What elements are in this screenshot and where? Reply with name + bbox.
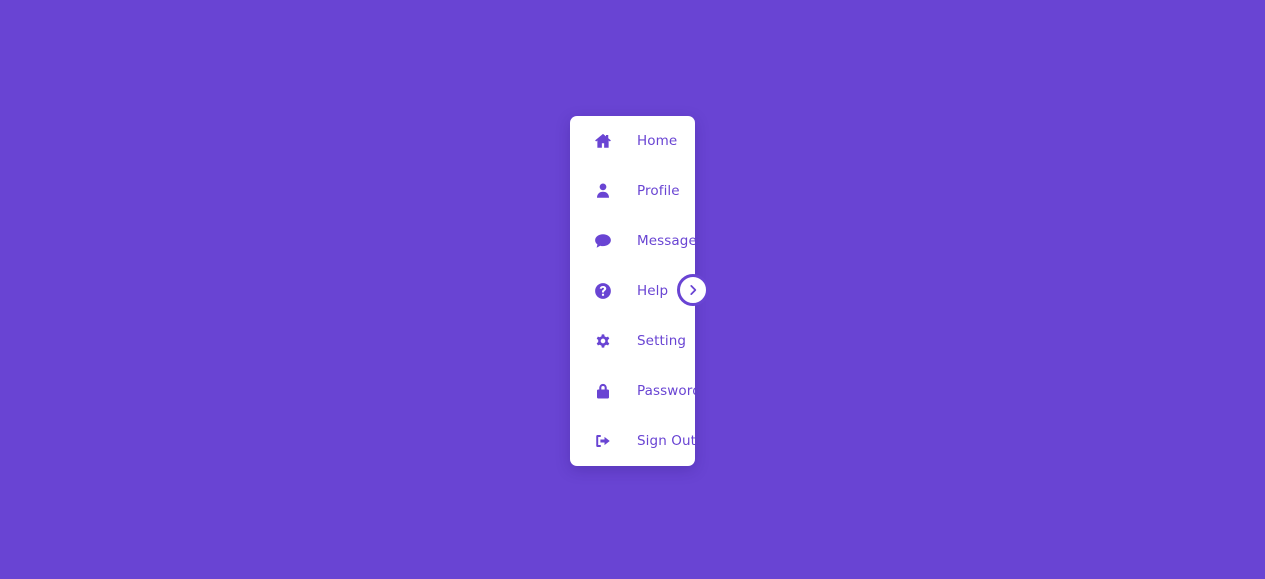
sidebar-item-setting[interactable]: Setting <box>570 316 695 366</box>
sidebar-item-home[interactable]: Home <box>570 116 695 166</box>
user-icon <box>593 181 613 201</box>
gear-icon <box>593 331 613 351</box>
sidebar-item-label: Help <box>637 283 669 299</box>
sidebar-item-sign-out[interactable]: Sign Out <box>570 416 695 466</box>
home-icon <box>593 131 613 151</box>
sidebar-item-label: Profile <box>637 183 680 199</box>
sidebar-item-label: Sign Out <box>637 433 695 449</box>
sidebar-item-profile[interactable]: Profile <box>570 166 695 216</box>
sidebar-item-label: Message <box>637 233 695 249</box>
chevron-right-icon <box>690 285 697 295</box>
sidebar-item-password[interactable]: Password <box>570 366 695 416</box>
question-circle-icon <box>593 281 613 301</box>
chat-icon <box>593 231 613 251</box>
lock-icon <box>593 381 613 401</box>
sidebar-item-label: Password <box>637 383 695 399</box>
sidebar-toggle-button[interactable] <box>677 274 709 306</box>
sidebar-item-label: Home <box>637 133 678 149</box>
sidebar-item-label: Setting <box>637 333 687 349</box>
sign-out-icon <box>593 431 613 451</box>
sidebar-item-message[interactable]: Message <box>570 216 695 266</box>
